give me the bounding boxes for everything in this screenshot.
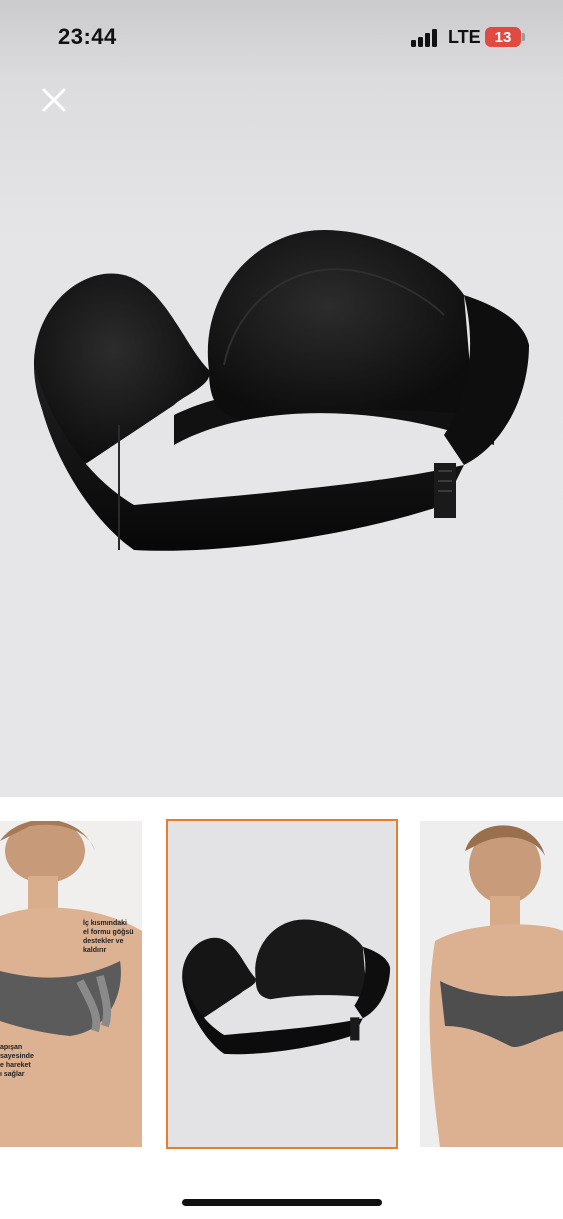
product-image <box>34 230 529 551</box>
status-bar: 23:44 LTE 13 <box>0 0 563 76</box>
thumbnail-1-callout-bottom: apışan sayesinde e hareket ı sağlar <box>0 1044 34 1078</box>
status-time: 23:44 <box>58 24 117 49</box>
thumbnail-1-image <box>0 821 142 1147</box>
thumbnail-3-image <box>420 821 563 1147</box>
network-type: LTE <box>448 27 481 47</box>
battery-tip <box>522 33 525 41</box>
thumbnail-2-selected[interactable] <box>166 819 398 1149</box>
close-icon[interactable] <box>36 82 72 118</box>
signal-icon <box>411 29 437 47</box>
thumbnail-1-callout-top: İç kısmındaki el formu göğsü destekler v… <box>83 920 134 954</box>
battery-level: 13 <box>494 28 512 46</box>
thumbnail-2-image <box>168 821 396 1147</box>
battery-icon: 13 <box>485 27 521 47</box>
image-viewer[interactable]: 23:44 LTE 13 <box>0 0 563 797</box>
thumbnail-3[interactable] <box>420 821 563 1147</box>
thumbnail-1[interactable]: İç kısmındaki el formu göğsü destekler v… <box>0 821 142 1147</box>
home-indicator[interactable] <box>182 1199 382 1206</box>
